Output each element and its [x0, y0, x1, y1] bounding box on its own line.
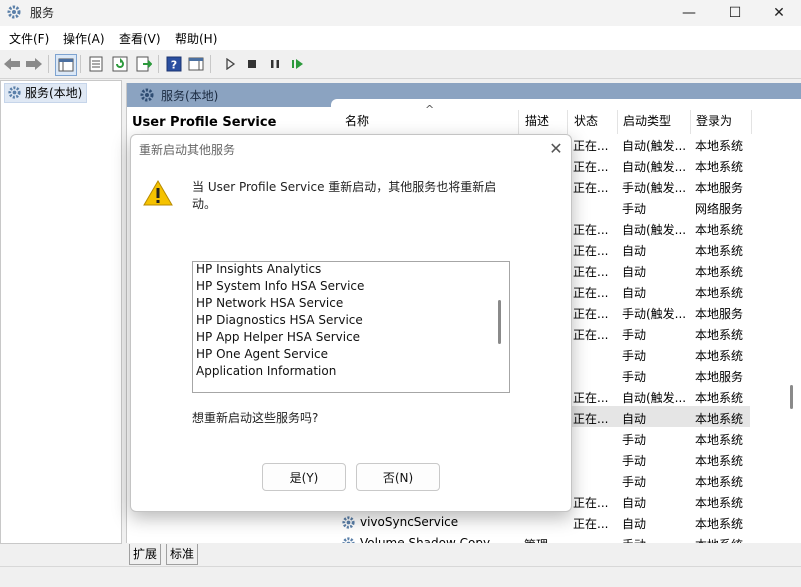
- cell-logon: 本地系统: [695, 349, 744, 363]
- dialog-message: 当 User Profile Service 重新启动，其他服务也将重新启动。: [192, 180, 497, 211]
- cell-logon: 本地系统: [695, 433, 744, 447]
- cell-logon: 网络服务: [695, 202, 744, 216]
- cell-startup-type: 手动(触发...: [622, 307, 687, 321]
- gear-icon: [341, 515, 356, 533]
- cell-status: 正在...: [573, 181, 609, 195]
- cell-startup-type: 手动: [622, 202, 647, 216]
- cell-status: 正在...: [573, 139, 609, 153]
- dialog-title: 重新启动其他服务: [139, 143, 236, 157]
- cell-logon: 本地服务: [695, 307, 744, 321]
- cell-status: 正在...: [573, 391, 609, 405]
- cell-name: vivoSyncService: [360, 515, 459, 529]
- yes-button[interactable]: 是(Y): [262, 463, 346, 491]
- cell-description: 管理...: [524, 536, 559, 543]
- dependent-services-list[interactable]: HP Insights Analytics HP System Info HSA…: [192, 261, 510, 393]
- list-item: HP Diagnostics HSA Service: [196, 313, 363, 327]
- cell-startup-type: 自动: [622, 412, 647, 426]
- cell-startup-type: 手动: [622, 349, 647, 363]
- cell-logon: 本地服务: [695, 370, 744, 384]
- cell-logon: 本地系统: [695, 328, 744, 342]
- cell-startup-type: 手动: [622, 475, 647, 489]
- cell-logon: 本地系统: [695, 139, 744, 153]
- no-button[interactable]: 否(N): [356, 463, 440, 491]
- cell-status: 正在...: [573, 328, 609, 342]
- cell-status: 正在...: [573, 307, 609, 321]
- cell-logon: 本地系统: [695, 391, 744, 405]
- warning-icon: [143, 179, 173, 207]
- list-item: HP System Info HSA Service: [196, 279, 365, 293]
- cell-status: 正在...: [573, 223, 609, 237]
- cell-logon: 本地系统: [695, 412, 744, 426]
- cell-startup-type: 手动: [622, 433, 647, 447]
- cell-logon: 本地系统: [695, 286, 744, 300]
- cell-logon: 本地系统: [695, 244, 744, 258]
- cell-startup-type: 手动: [622, 454, 647, 468]
- cell-startup-type: 自动: [622, 265, 647, 279]
- list-scrollbar-thumb[interactable]: [498, 300, 501, 344]
- cell-status: 正在...: [573, 496, 609, 510]
- cell-startup-type: 自动: [622, 244, 647, 258]
- dialog-close-button[interactable]: ✕: [545, 138, 567, 160]
- cell-startup-type: 自动(触发...: [622, 223, 687, 237]
- cell-startup-type: 手动: [622, 536, 646, 543]
- cell-startup-type: 自动(触发...: [622, 139, 687, 153]
- list-item: Application Information: [196, 364, 337, 378]
- cell-startup-type: 自动(触发...: [622, 160, 687, 174]
- cell-logon: 本地系统: [695, 265, 744, 279]
- cell-status: 正在...: [573, 412, 609, 426]
- cell-status: 正在...: [573, 517, 609, 531]
- cell-startup-type: 手动: [622, 370, 647, 384]
- cell-status: 正在...: [573, 244, 609, 258]
- cell-logon: 本地系统: [695, 454, 744, 468]
- vertical-scrollbar-thumb[interactable]: [790, 385, 793, 409]
- cell-status: 正在...: [573, 265, 609, 279]
- cell-logon: 本地系统: [695, 496, 744, 510]
- list-item: HP One Agent Service: [196, 347, 329, 361]
- cell-startup-type: 自动: [622, 517, 647, 531]
- cell-startup-type: 自动: [622, 496, 647, 510]
- gear-icon: [341, 536, 356, 543]
- dialog-question: 想重新启动这些服务吗?: [192, 411, 319, 425]
- cell-logon: 本地系统: [695, 223, 744, 237]
- restart-services-dialog: 重新启动其他服务 ✕ 当 User Profile Service 重新启动，其…: [130, 134, 572, 512]
- list-item: HP Insights Analytics: [196, 262, 322, 276]
- cell-name: Volume Shadow Copy: [360, 536, 491, 543]
- cell-logon: 本地系统: [695, 517, 744, 531]
- cell-logon: 本地服务: [695, 181, 744, 195]
- cell-logon: 本地系统: [695, 160, 744, 174]
- list-item: HP Network HSA Service: [196, 296, 344, 310]
- cell-logon: 本地系统: [695, 536, 743, 543]
- tab-standard[interactable]: 标准: [166, 544, 199, 565]
- list-item: HP App Helper HSA Service: [196, 330, 361, 344]
- status-bar: [0, 566, 801, 587]
- cell-startup-type: 自动(触发...: [622, 391, 687, 405]
- cell-startup-type: 手动(触发...: [622, 181, 687, 195]
- cell-status: 正在...: [573, 160, 609, 174]
- cell-startup-type: 手动: [622, 328, 647, 342]
- cell-logon: 本地系统: [695, 475, 744, 489]
- cell-status: 正在...: [573, 286, 609, 300]
- tab-extended[interactable]: 扩展: [129, 544, 162, 565]
- cell-startup-type: 自动: [622, 286, 647, 300]
